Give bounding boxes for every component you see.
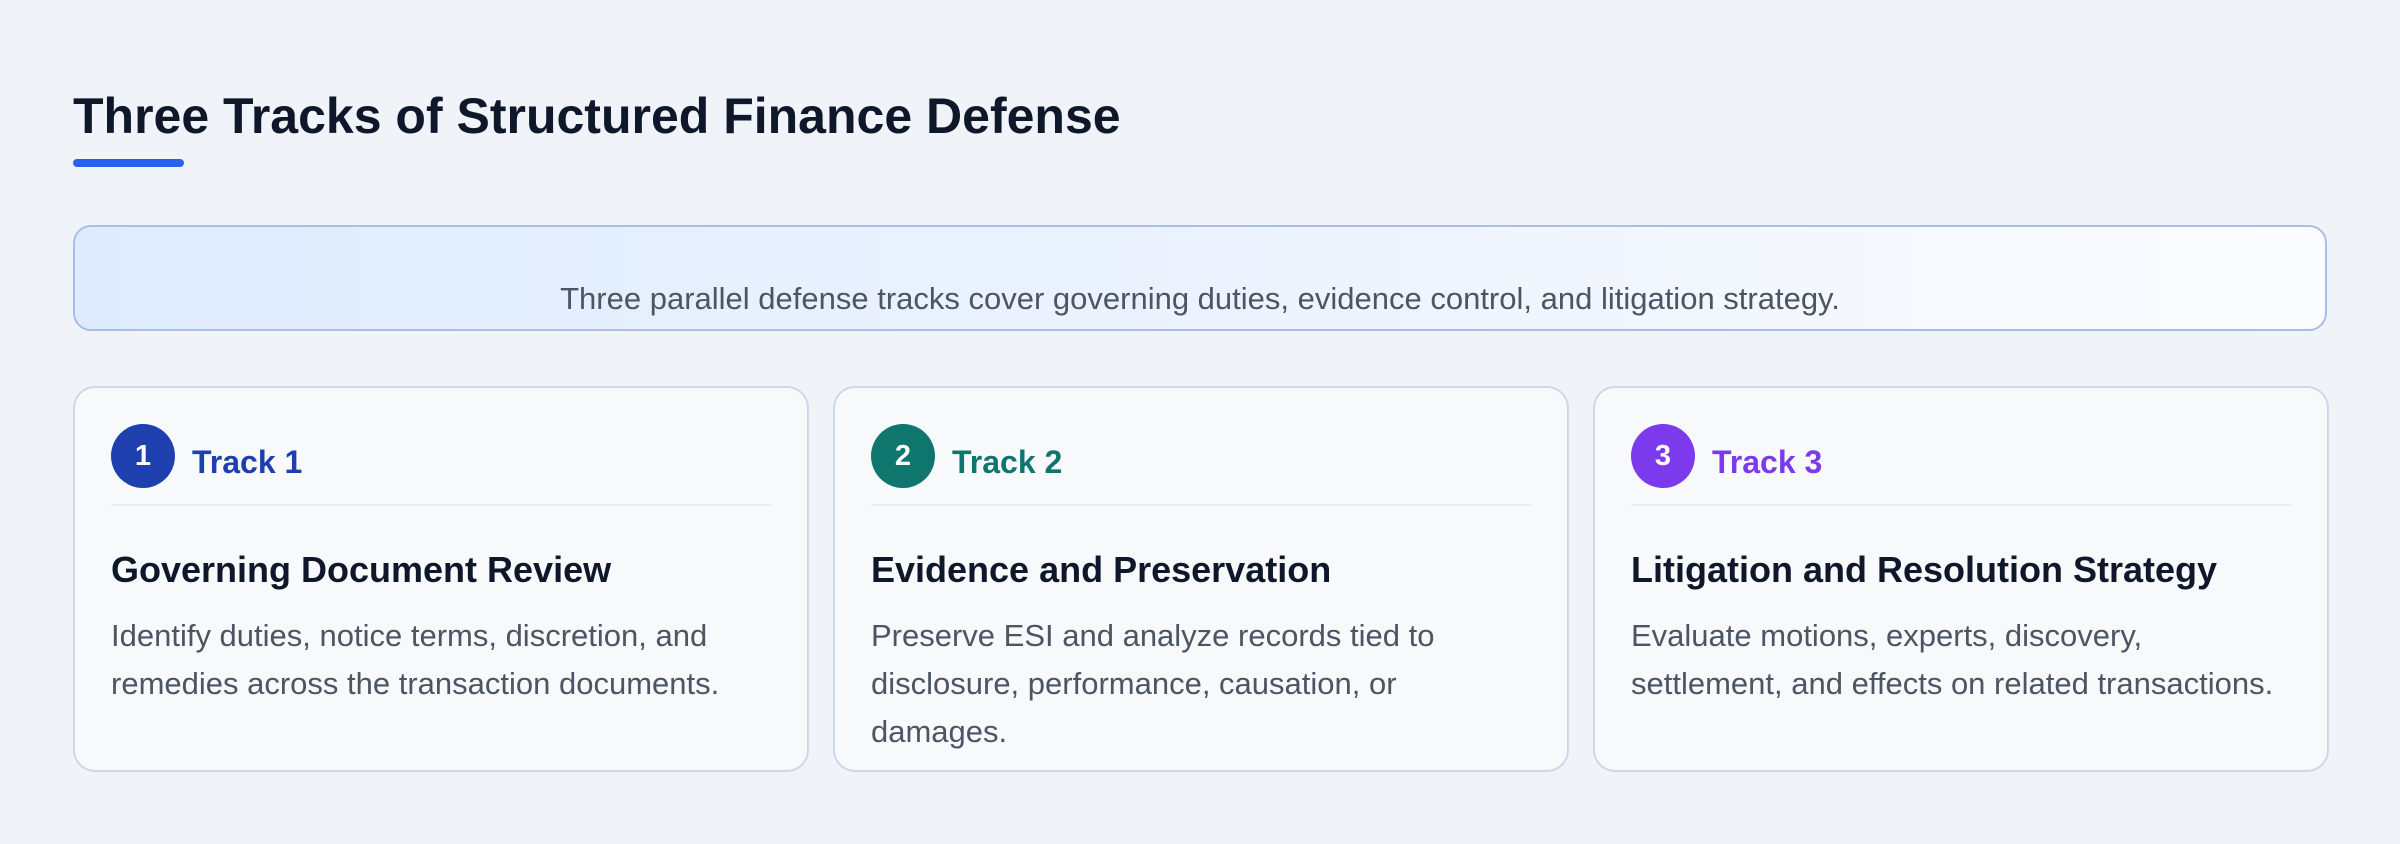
title-underline <box>73 159 184 167</box>
track-label: Track 1 <box>192 444 303 480</box>
track-card-1: 1 Track 1 Governing Document Review Iden… <box>73 386 809 772</box>
track-label: Track 3 <box>1712 444 1823 480</box>
track-number-badge: 2 <box>871 424 935 488</box>
track-title: Litigation and Resolution Strategy <box>1631 549 2218 590</box>
page: Three Tracks of Structured Finance Defen… <box>73 0 2329 844</box>
track-card-header: 3 Track 3 <box>1631 424 2291 506</box>
track-description: Preserve ESI and analyze records tied to… <box>871 618 1435 749</box>
page-title: Three Tracks of Structured Finance Defen… <box>73 88 1121 144</box>
track-title: Evidence and Preservation <box>871 549 1332 590</box>
track-card-header: 2 Track 2 <box>871 424 1531 506</box>
track-number-badge: 1 <box>111 424 175 488</box>
track-title: Governing Document Review <box>111 549 612 590</box>
track-number-badge: 3 <box>1631 424 1695 488</box>
track-card-3: 3 Track 3 Litigation and Resolution Stra… <box>1593 386 2329 772</box>
track-label: Track 2 <box>952 444 1063 480</box>
track-description: Identify duties, notice terms, discretio… <box>111 618 720 701</box>
summary-text: Three parallel defense tracks cover gove… <box>560 281 1840 316</box>
track-description: Evaluate motions, experts, discovery, se… <box>1631 618 2274 701</box>
track-card-header: 1 Track 1 <box>111 424 771 506</box>
track-card-2: 2 Track 2 Evidence and Preservation Pres… <box>833 386 1569 772</box>
summary-banner: Three parallel defense tracks cover gove… <box>73 225 2327 331</box>
